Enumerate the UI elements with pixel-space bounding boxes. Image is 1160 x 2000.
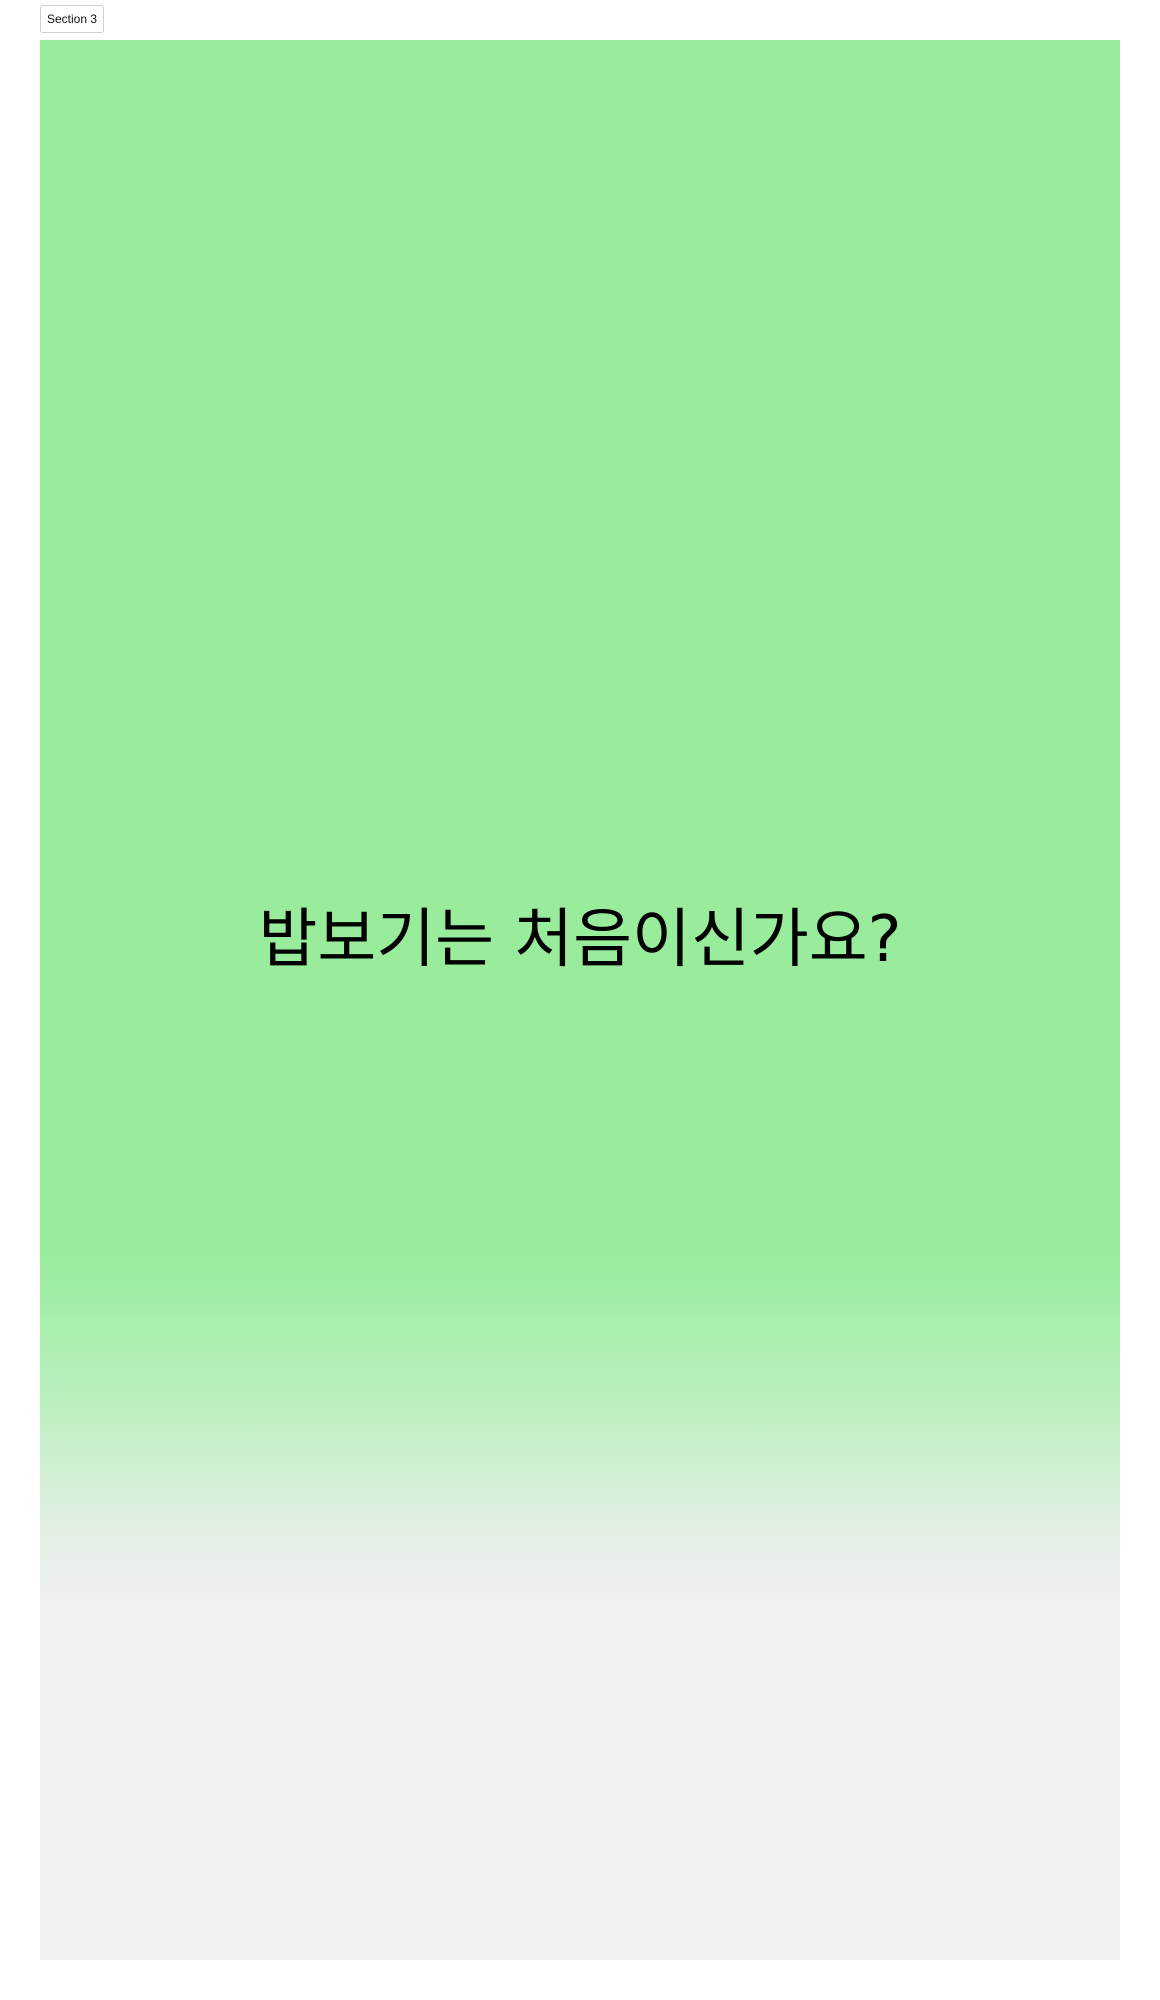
section-tab[interactable]: Section 3	[40, 5, 105, 33]
hero-headline: 밥보기는 처음이신가요?	[258, 903, 902, 977]
hero-panel: 밥보기는 처음이신가요?	[40, 40, 1120, 1960]
